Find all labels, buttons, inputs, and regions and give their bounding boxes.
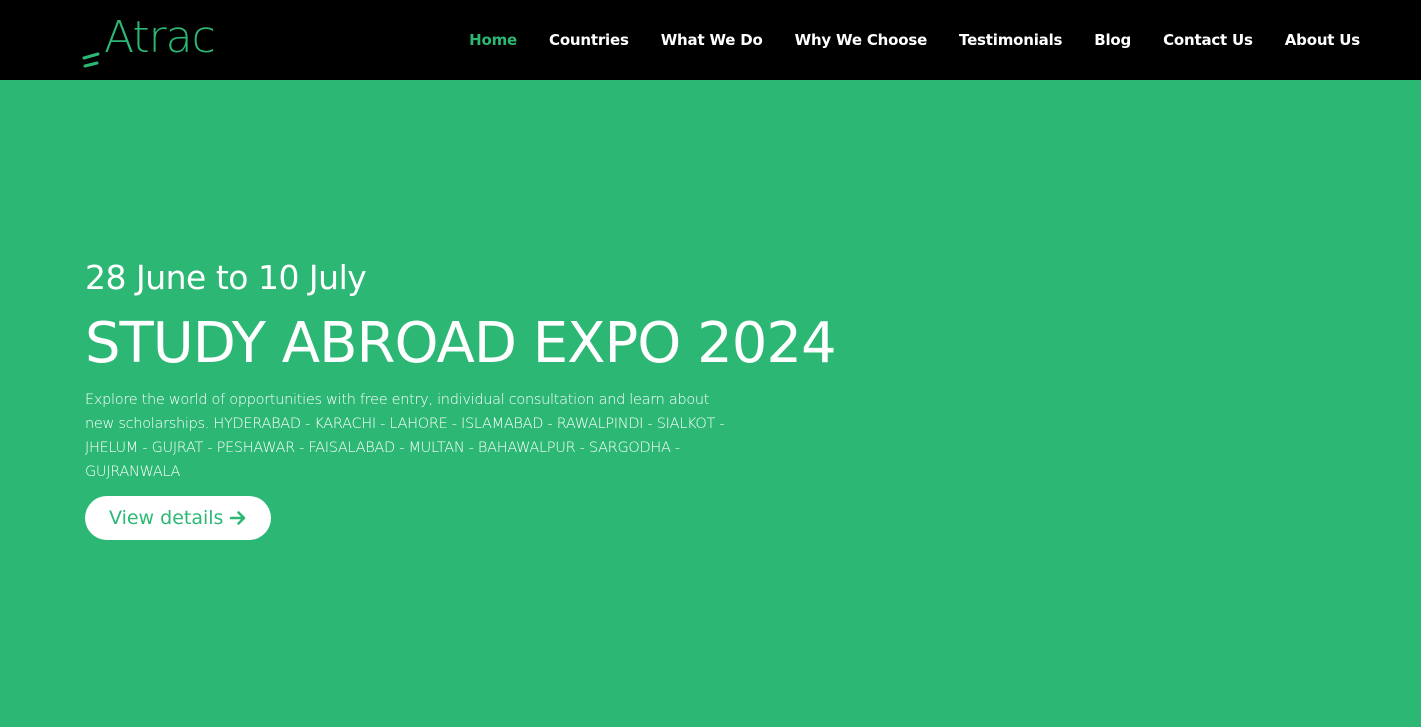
view-details-label: View details: [109, 507, 224, 529]
nav-item-about-us[interactable]: About Us: [1285, 31, 1360, 49]
main-nav: Home Countries What We Do Why We Choose …: [469, 0, 1360, 80]
logo-text: Atrac: [104, 12, 216, 63]
hero-description: Explore the world of opportunities with …: [85, 392, 725, 480]
top-navbar: Atrac Home Countries What We Do Why We C…: [0, 0, 1421, 80]
hero-title: STUDY ABROAD EXPO 2024: [85, 311, 837, 376]
view-details-button[interactable]: View details: [85, 496, 272, 540]
hero-section: 28 June to 10 July STUDY ABROAD EXPO 202…: [85, 256, 985, 540]
nav-item-countries[interactable]: Countries: [549, 31, 629, 49]
hero-date: 28 June to 10 July: [85, 258, 367, 297]
atrac-logo[interactable]: Atrac: [82, 12, 222, 72]
nav-item-testimonials[interactable]: Testimonials: [959, 31, 1062, 49]
nav-item-what-we-do[interactable]: What We Do: [661, 31, 763, 49]
nav-item-why-we-choose[interactable]: Why We Choose: [795, 31, 928, 49]
nav-item-blog[interactable]: Blog: [1094, 31, 1131, 49]
nav-item-contact-us[interactable]: Contact Us: [1163, 31, 1253, 49]
logo-stripes-icon: [82, 52, 100, 68]
nav-item-home[interactable]: Home: [469, 31, 517, 49]
arrow-right-icon: [230, 511, 246, 525]
